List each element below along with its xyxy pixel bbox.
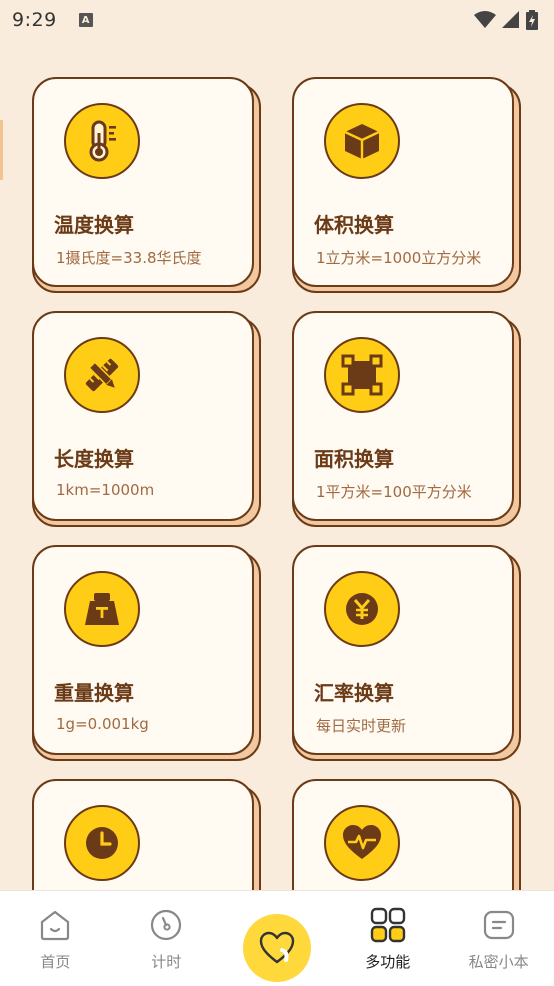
card-subtitle: 1km=1000m <box>56 481 155 499</box>
card-body: 汇率换算 每日实时更新 <box>292 545 514 755</box>
timer-icon <box>148 907 184 943</box>
card-body: 面积换算 1平方米=100平方分米 <box>292 311 514 521</box>
card-currency[interactable]: 汇率换算 每日实时更新 <box>292 545 521 761</box>
weight-icon <box>64 571 140 647</box>
card-title: 温度换算 <box>54 213 134 237</box>
card-temperature[interactable]: 温度换算 1摄氏度=33.8华氏度 <box>32 77 261 293</box>
nav-private-notebook[interactable]: 私密小本 <box>443 891 554 986</box>
notebook-icon <box>481 907 517 943</box>
yen-coin-icon <box>324 571 400 647</box>
clock-icon <box>64 805 140 881</box>
home-icon <box>37 907 73 943</box>
nav-label: 计时 <box>151 953 182 971</box>
heart-pulse-icon <box>324 805 400 881</box>
card-body: 重量换算 1g=0.001kg <box>32 545 254 755</box>
nav-label: 首页 <box>40 953 71 971</box>
card-title: 重量换算 <box>54 681 134 705</box>
status-time: 9:29 <box>12 9 57 31</box>
card-title: 长度换算 <box>54 447 134 471</box>
grid-icon <box>370 907 406 943</box>
status-bar: 9:29 A <box>0 0 554 40</box>
card-body: 温度换算 1摄氏度=33.8华氏度 <box>32 77 254 287</box>
card-area[interactable]: 面积换算 1平方米=100平方分米 <box>292 311 521 527</box>
status-indicators <box>474 10 538 30</box>
card-subtitle: 1g=0.001kg <box>56 715 149 733</box>
card-subtitle: 1平方米=100平方分米 <box>316 483 472 501</box>
notification-a-icon: A <box>78 13 93 27</box>
battery-icon <box>526 10 538 30</box>
thermometer-icon <box>64 103 140 179</box>
card-length[interactable]: 长度换算 1km=1000m <box>32 311 261 527</box>
card-title: 体积换算 <box>314 213 394 237</box>
card-weight[interactable]: 重量换算 1g=0.001kg <box>32 545 261 761</box>
heart-center-button[interactable] <box>243 914 311 982</box>
card-subtitle: 每日实时更新 <box>316 717 407 735</box>
card-subtitle: 1立方米=1000立方分米 <box>316 249 482 267</box>
nav-label: 私密小本 <box>468 953 529 971</box>
nav-home[interactable]: 首页 <box>0 891 111 986</box>
card-title: 汇率换算 <box>314 681 394 705</box>
heart-icon <box>259 931 295 964</box>
signal-icon <box>502 11 519 28</box>
card-volume[interactable]: 体积换算 1立方米=1000立方分米 <box>292 77 521 293</box>
wifi-icon <box>474 11 496 28</box>
nav-label: 多功能 <box>365 953 411 971</box>
card-body: 长度换算 1km=1000m <box>32 311 254 521</box>
card-title: 面积换算 <box>314 447 394 471</box>
nav-multi-function[interactable]: 多功能 <box>332 891 443 986</box>
area-frame-icon <box>324 337 400 413</box>
ruler-pencil-icon <box>64 337 140 413</box>
cube-icon <box>324 103 400 179</box>
left-edge-accent <box>0 120 3 180</box>
nav-timer[interactable]: 计时 <box>111 891 222 986</box>
card-subtitle: 1摄氏度=33.8华氏度 <box>56 249 202 267</box>
card-body: 体积换算 1立方米=1000立方分米 <box>292 77 514 287</box>
